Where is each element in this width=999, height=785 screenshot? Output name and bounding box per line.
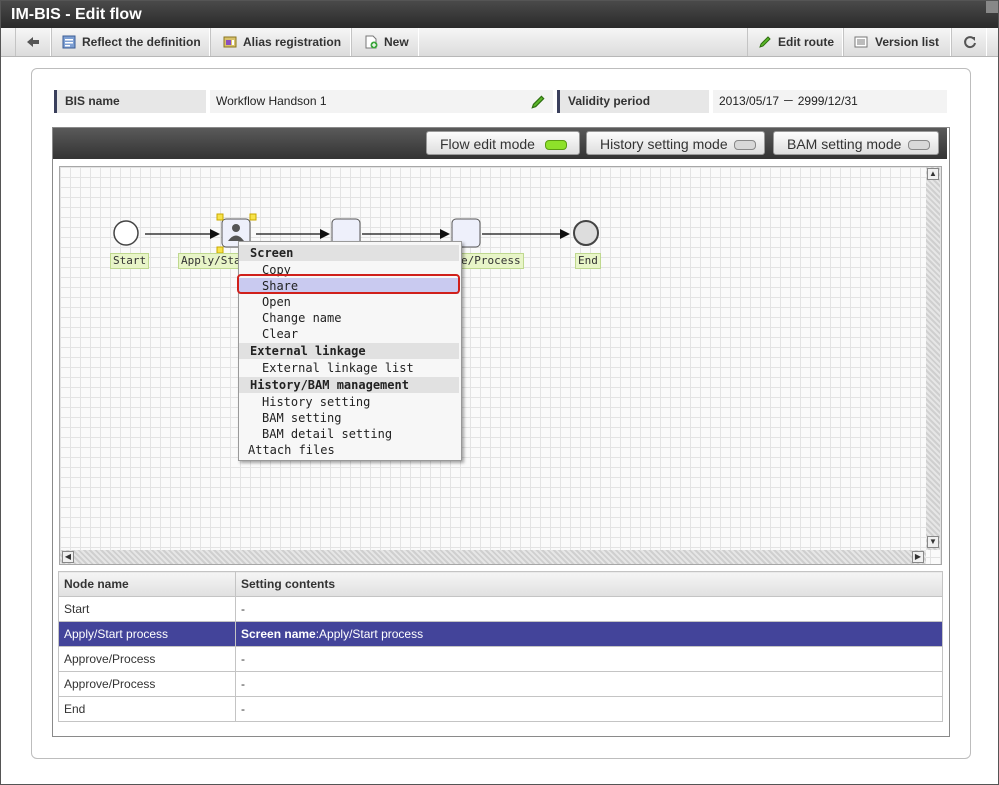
history-led-icon	[734, 140, 756, 150]
setting-value: :Apply/Start process	[315, 627, 424, 641]
history-setting-mode-label: History setting mode	[600, 136, 728, 152]
refresh-icon	[964, 36, 976, 49]
edit-route-label: Edit route	[778, 35, 834, 49]
new-document-icon	[365, 35, 378, 49]
menu-item-external-linkage-list[interactable]: External linkage list	[239, 360, 459, 376]
column-header-setting-contents: Setting contents	[235, 571, 943, 597]
bis-name-text: Workflow Handson 1	[216, 94, 327, 108]
scroll-down-icon[interactable]: ▼	[927, 536, 939, 548]
menu-item-bam-setting[interactable]: BAM setting	[239, 410, 459, 426]
new-label: New	[384, 35, 409, 49]
approve-node-label: e/Process	[458, 253, 524, 269]
validity-period-label: Validity period	[557, 90, 709, 113]
arrowhead-icon	[440, 229, 450, 239]
validity-period-value: 2013/05/17 － 2999/12/31	[713, 90, 947, 113]
mode-bar: Flow edit mode History setting mode BAM …	[53, 128, 947, 159]
selection-handle[interactable]	[216, 213, 224, 221]
alias-icon	[223, 36, 237, 48]
setting-contents-cell: Screen name:Apply/Start process	[235, 621, 943, 647]
setting-contents-cell: -	[235, 671, 943, 697]
table-row[interactable]: End -	[58, 696, 943, 722]
menu-header-history: History/BAM management	[239, 377, 459, 393]
window-corner	[986, 1, 998, 13]
menu-header-screen: Screen	[239, 245, 459, 261]
setting-contents-cell: -	[235, 696, 943, 722]
app-window: IM-BIS - Edit flow Reflect the definitio…	[0, 0, 999, 785]
flow-edit-mode-label: Flow edit mode	[440, 136, 535, 152]
setting-contents-cell: -	[235, 596, 943, 622]
end-node[interactable]	[573, 220, 599, 246]
version-list-button[interactable]: Version list	[843, 28, 951, 56]
reflect-definition-label: Reflect the definition	[82, 35, 201, 49]
back-button[interactable]	[15, 28, 51, 56]
list-icon	[854, 36, 868, 48]
edit-route-button[interactable]: Edit route	[747, 28, 843, 56]
bam-led-icon	[908, 140, 930, 150]
end-node-label: End	[575, 253, 601, 269]
selection-handle[interactable]	[249, 213, 257, 221]
toolbar: Reflect the definition Alias registratio…	[1, 28, 998, 57]
bam-setting-mode-label: BAM setting mode	[787, 136, 902, 152]
setting-contents-cell: -	[235, 646, 943, 672]
highlight-annotation	[237, 274, 460, 294]
table-row[interactable]: Start -	[58, 596, 943, 622]
menu-item-history-setting[interactable]: History setting	[239, 394, 459, 410]
reflect-definition-button[interactable]: Reflect the definition	[51, 28, 210, 56]
setting-label: Screen name	[241, 627, 316, 641]
reflect-icon	[62, 35, 76, 49]
flow-diagram	[113, 213, 599, 254]
node-name-cell: Start	[58, 596, 236, 622]
flow-canvas[interactable]: Start Apply/Start e/Process End ▲ ▼ ◀ ▶	[59, 166, 942, 565]
scroll-right-icon[interactable]: ▶	[912, 551, 924, 563]
bam-setting-mode-button[interactable]: BAM setting mode	[773, 131, 939, 155]
start-node[interactable]	[113, 220, 139, 246]
alias-registration-button[interactable]: Alias registration	[210, 28, 351, 56]
menu-item-bam-detail-setting[interactable]: BAM detail setting	[239, 426, 459, 442]
table-row[interactable]: Approve/Process -	[58, 671, 943, 697]
alias-registration-label: Alias registration	[243, 35, 342, 49]
flow-edit-led-icon	[545, 140, 567, 150]
edit-pencil-icon[interactable]	[530, 94, 546, 110]
version-list-label: Version list	[875, 35, 940, 49]
flow-editor: Flow edit mode History setting mode BAM …	[52, 127, 950, 737]
vertical-scrollbar[interactable]: ▲ ▼	[926, 167, 940, 550]
table-row[interactable]: Approve/Process -	[58, 646, 943, 672]
menu-item-clear[interactable]: Clear	[239, 326, 459, 342]
history-setting-mode-button[interactable]: History setting mode	[586, 131, 765, 155]
new-button[interactable]: New	[351, 28, 419, 56]
start-node-label: Start	[110, 253, 150, 269]
title-bar: IM-BIS - Edit flow	[1, 1, 998, 28]
table-header-row: Node name Setting contents	[58, 571, 943, 597]
bis-name-value: Workflow Handson 1	[210, 90, 553, 113]
node-name-cell: Approve/Process	[58, 671, 236, 697]
arrow-left-icon	[27, 37, 39, 47]
column-header-node-name: Node name	[58, 571, 236, 597]
user-icon	[232, 224, 240, 232]
arrowhead-icon	[560, 229, 570, 239]
refresh-button[interactable]	[951, 28, 987, 56]
window-title: IM-BIS - Edit flow	[11, 6, 142, 23]
menu-item-attach-files[interactable]: Attach files	[239, 442, 459, 458]
menu-header-external: External linkage	[239, 343, 459, 359]
flow-edit-mode-button[interactable]: Flow edit mode	[426, 131, 580, 155]
table-row-selected[interactable]: Apply/Start process Screen name:Apply/St…	[58, 621, 943, 647]
horizontal-scrollbar[interactable]: ◀ ▶	[60, 550, 926, 564]
scroll-left-icon[interactable]: ◀	[62, 551, 74, 563]
arrowhead-icon	[210, 229, 220, 239]
node-name-cell: Approve/Process	[58, 646, 236, 672]
node-name-cell: End	[58, 696, 236, 722]
menu-item-open[interactable]: Open	[239, 294, 459, 310]
node-table: Node name Setting contents Start - Apply…	[58, 571, 943, 722]
pencil-icon	[759, 36, 771, 48]
bis-name-label: BIS name	[54, 90, 206, 113]
menu-item-change-name[interactable]: Change name	[239, 310, 459, 326]
scroll-up-icon[interactable]: ▲	[927, 168, 939, 180]
arrowhead-icon	[320, 229, 330, 239]
node-name-cell: Apply/Start process	[58, 621, 236, 647]
